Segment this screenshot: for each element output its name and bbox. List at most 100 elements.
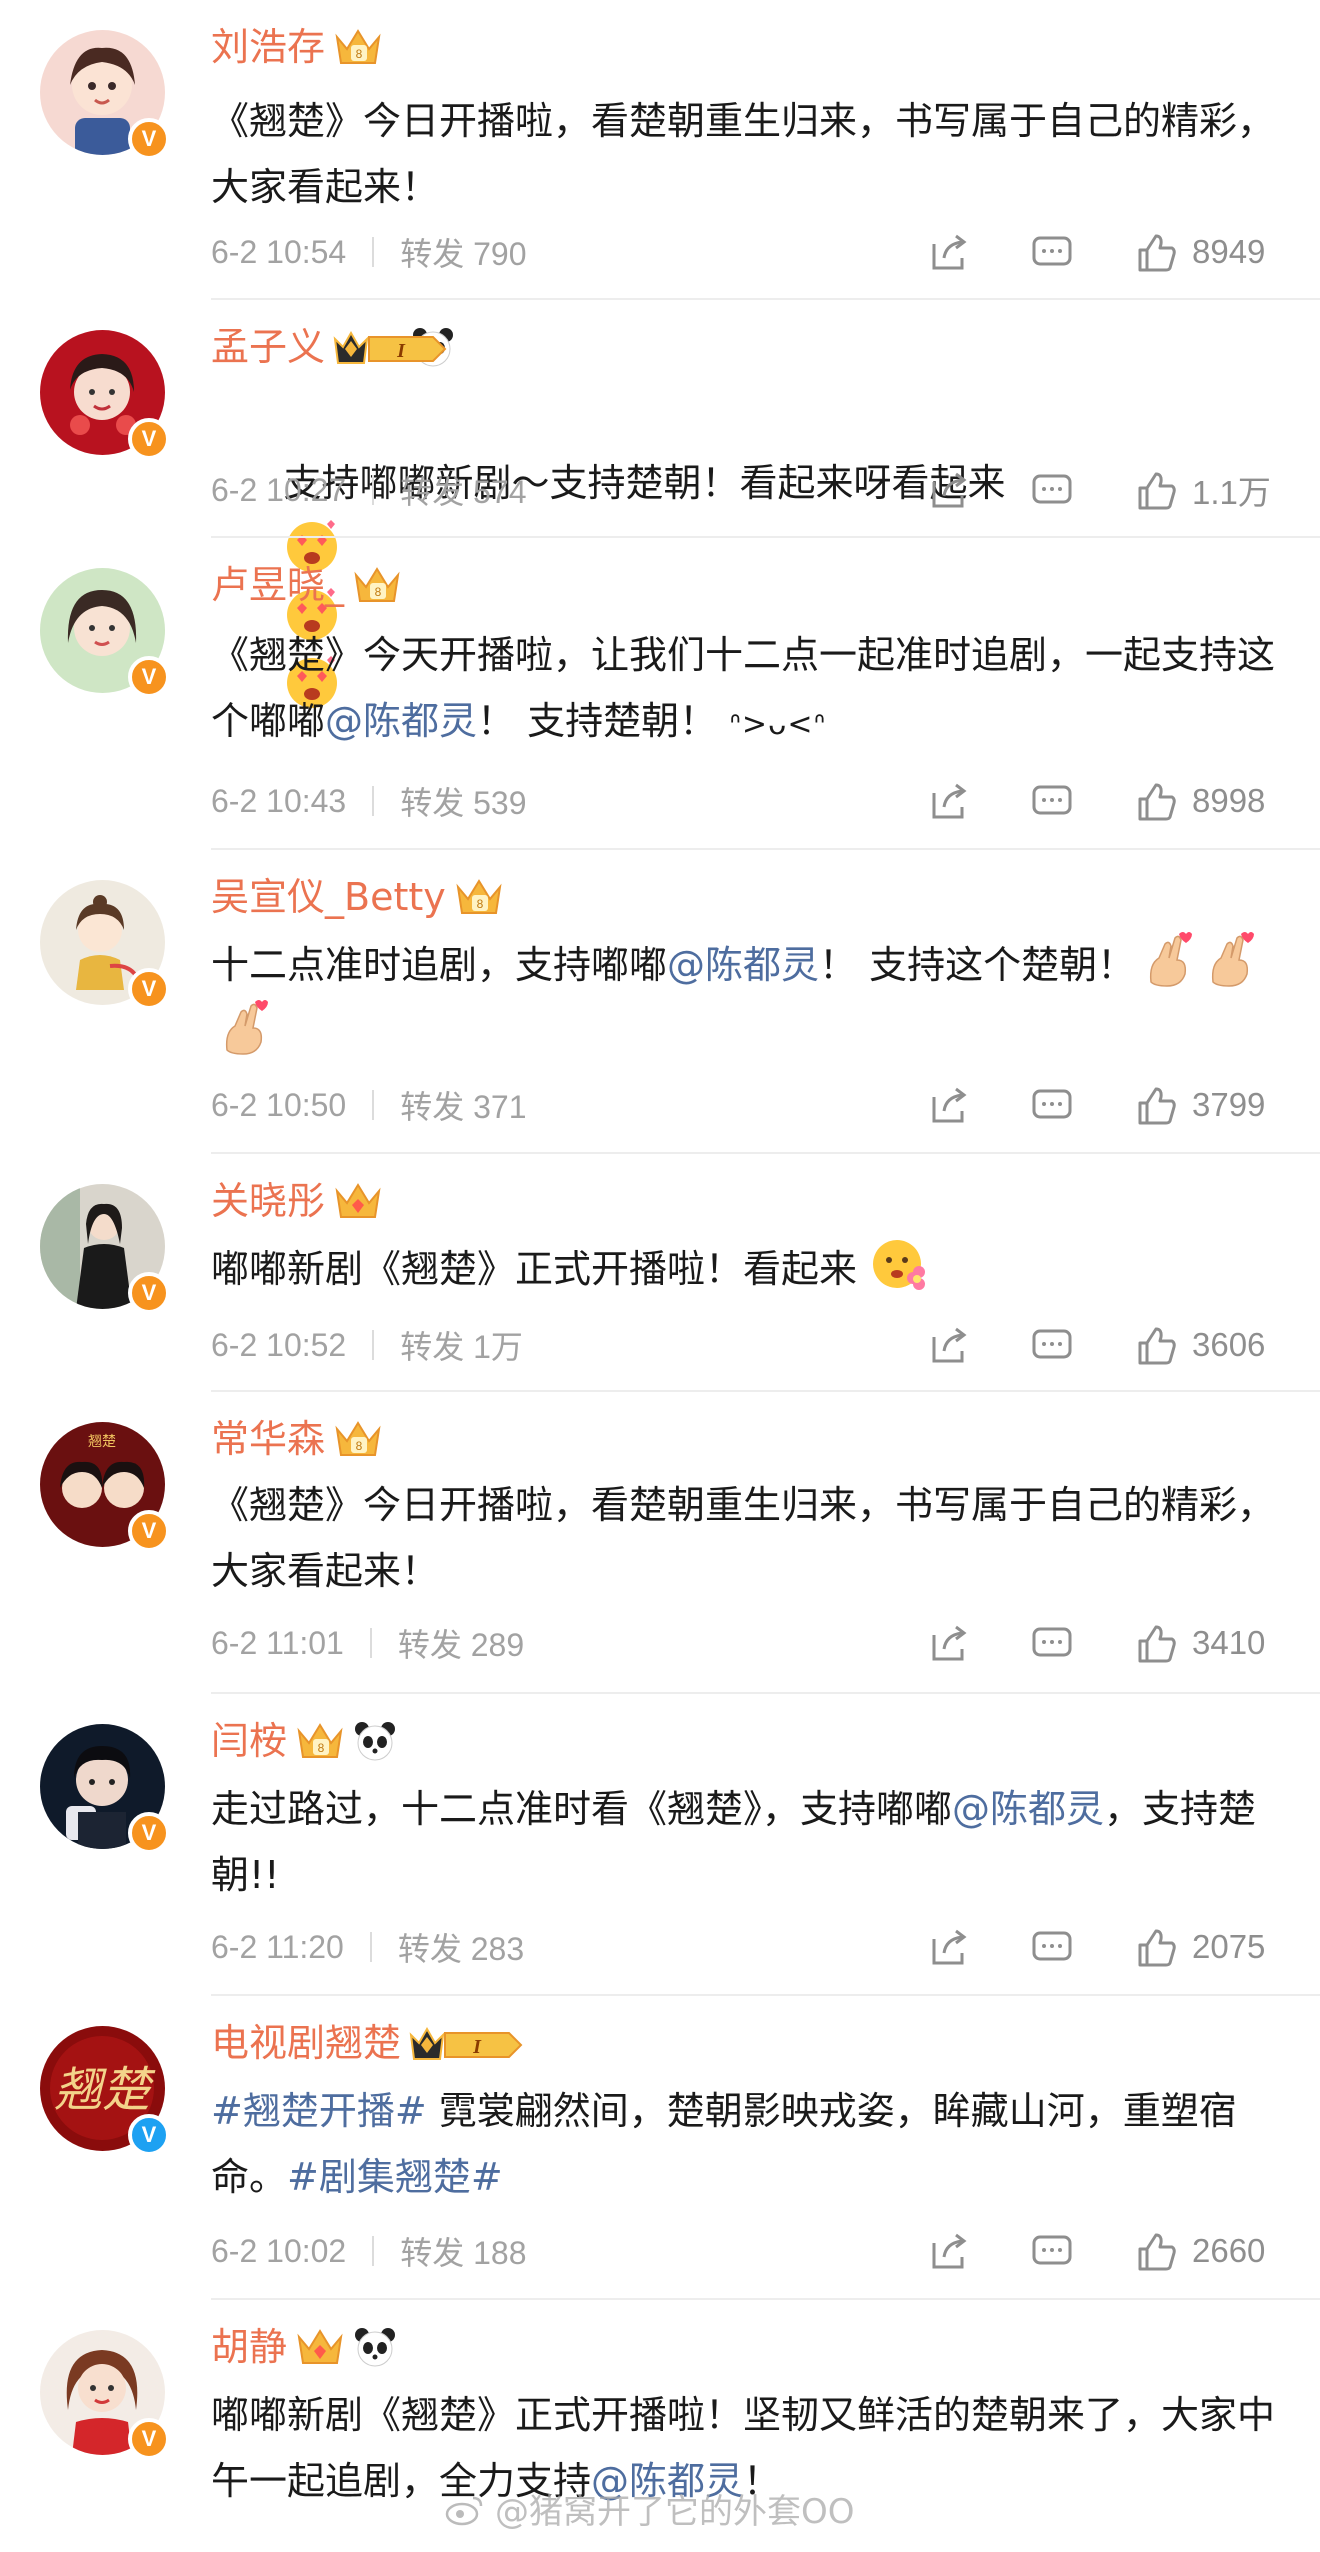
share-icon[interactable] bbox=[928, 1083, 972, 1127]
like-count: 8949 bbox=[1192, 233, 1266, 270]
comment-icon[interactable] bbox=[1030, 2229, 1074, 2273]
weibo-logo-icon bbox=[445, 2496, 483, 2525]
kaomoji: ᐢ>ᴗ<ᐢ bbox=[729, 707, 827, 742]
panda-icon bbox=[355, 1722, 396, 1761]
like-icon[interactable] bbox=[1134, 779, 1178, 823]
level-badge-icon: I bbox=[333, 327, 447, 367]
verified-badge-icon: V bbox=[128, 1812, 170, 1854]
comment-icon[interactable] bbox=[1030, 1083, 1074, 1127]
user-name[interactable]: 胡静 bbox=[211, 2320, 287, 2374]
verified-badge-icon: V bbox=[128, 418, 170, 460]
watermark-text: @猪窝开了它的外套OO bbox=[495, 2492, 855, 2532]
comment-icon[interactable] bbox=[1030, 230, 1074, 274]
post-time: 6-2 10:43 bbox=[211, 782, 347, 819]
repost-button[interactable]: 转发 790 bbox=[400, 229, 526, 275]
post-text: 十二点准时追剧，支持嘟嘟 bbox=[211, 943, 668, 987]
verified-badge-icon: V bbox=[128, 1272, 170, 1314]
post-card: V 孟子义 I 支持嘟嘟新剧～支持楚朝！看起来呀看起来 6-2 10:27 转发… bbox=[0, 300, 1320, 708]
avatar[interactable]: V bbox=[40, 2330, 170, 2460]
repost-button[interactable]: 转发 539 bbox=[400, 778, 526, 824]
like-icon[interactable] bbox=[1134, 468, 1178, 512]
svg-text:I: I bbox=[396, 340, 406, 362]
user-name[interactable]: 关晓彤 bbox=[211, 1174, 325, 1228]
like-icon[interactable] bbox=[1134, 1621, 1178, 1665]
comment-icon[interactable] bbox=[1030, 1621, 1074, 1665]
share-icon[interactable] bbox=[928, 1323, 972, 1367]
repost-button[interactable]: 转发 283 bbox=[398, 1924, 524, 1970]
avatar[interactable]: V bbox=[40, 568, 170, 698]
user-name[interactable]: 电视剧翘楚 bbox=[211, 2016, 401, 2070]
hashtag-link[interactable]: #剧集翘楚# bbox=[287, 2155, 503, 2199]
user-name[interactable]: 吴宣仪_Betty bbox=[211, 870, 446, 924]
divider bbox=[372, 475, 375, 505]
like-count: 1.1万 bbox=[1192, 474, 1271, 511]
like-count: 3799 bbox=[1192, 1086, 1266, 1123]
divider bbox=[369, 1628, 372, 1658]
crown-icon: 8 bbox=[352, 563, 402, 607]
verified-badge-icon: V bbox=[128, 1510, 170, 1552]
repost-button[interactable]: 转发 371 bbox=[400, 1082, 526, 1128]
crown-icon: 8 bbox=[454, 875, 504, 919]
share-icon[interactable] bbox=[928, 230, 972, 274]
share-icon[interactable] bbox=[928, 779, 972, 823]
divider bbox=[372, 2236, 375, 2266]
verified-badge-icon: V bbox=[128, 968, 170, 1010]
post-card: 翘楚 V 电视剧翘楚 I #翘楚开播# 霓裳翩然间，楚朝影映戎姿，眸藏山河，重塑… bbox=[0, 1996, 1320, 2300]
svg-text:8: 8 bbox=[318, 1741, 325, 1755]
comment-icon[interactable] bbox=[1030, 468, 1074, 512]
comment-icon[interactable] bbox=[1030, 1323, 1074, 1367]
finger-heart-emoji-icon bbox=[1150, 932, 1193, 987]
mention-link[interactable]: @陈都灵 bbox=[325, 699, 477, 743]
level-badge-icon: I bbox=[409, 2023, 523, 2063]
post-text: 走过路过，十二点准时看《翘楚》，支持嘟嘟 bbox=[211, 1787, 953, 1831]
user-name[interactable]: 孟子义 bbox=[211, 320, 325, 374]
repost-button[interactable]: 转发 289 bbox=[398, 1620, 524, 1666]
post-time: 6-2 11:01 bbox=[211, 1624, 344, 1661]
divider bbox=[372, 237, 375, 267]
watermark: @猪窝开了它的外套OO bbox=[445, 2484, 855, 2533]
mention-link[interactable]: @陈都灵 bbox=[952, 1787, 1104, 1831]
avatar[interactable]: 翘楚 V bbox=[40, 1422, 170, 1552]
avatar[interactable]: V bbox=[40, 880, 170, 1010]
like-count: 8998 bbox=[1192, 782, 1266, 819]
like-icon[interactable] bbox=[1134, 1083, 1178, 1127]
hashtag-link[interactable]: #翘楚开播# bbox=[211, 2089, 427, 2133]
comment-icon[interactable] bbox=[1030, 1925, 1074, 1969]
like-icon[interactable] bbox=[1134, 1925, 1178, 1969]
repost-button[interactable]: 转发 574 bbox=[400, 467, 526, 513]
repost-button[interactable]: 转发 1万 bbox=[400, 1322, 523, 1368]
post-card: V 关晓彤 嘟嘟新剧《翘楚》正式开播啦！看起来 6-2 10:52 转发 1万 … bbox=[0, 1154, 1320, 1392]
post-time: 6-2 10:54 bbox=[211, 233, 347, 270]
like-icon[interactable] bbox=[1134, 230, 1178, 274]
user-name[interactable]: 闫桉 bbox=[211, 1714, 287, 1768]
avatar[interactable]: V bbox=[40, 1184, 170, 1314]
mention-link[interactable]: @陈都灵 bbox=[667, 943, 819, 987]
share-icon[interactable] bbox=[928, 1925, 972, 1969]
share-icon[interactable] bbox=[928, 2229, 972, 2273]
repost-button[interactable]: 转发 188 bbox=[400, 2228, 526, 2274]
like-icon[interactable] bbox=[1134, 1323, 1178, 1367]
like-icon[interactable] bbox=[1134, 2229, 1178, 2273]
verified-badge-icon: V bbox=[128, 656, 170, 698]
flower-emoji-icon bbox=[873, 1240, 926, 1290]
post-content: 《翘楚》今天开播啦，让我们十二点一起准时追剧，一起支持这个嘟嘟@陈都灵！ 支持楚… bbox=[211, 622, 1291, 758]
finger-heart-emoji-icon bbox=[225, 1000, 268, 1055]
avatar[interactable]: V bbox=[40, 30, 170, 160]
share-icon[interactable] bbox=[928, 1621, 972, 1665]
like-count: 2660 bbox=[1192, 2232, 1266, 2269]
post-content: 《翘楚》今日开播啦，看楚朝重生归来，书写属于自己的精彩，大家看起来！ bbox=[211, 1483, 1276, 1593]
crown-icon: 8 bbox=[333, 1417, 383, 1461]
user-name[interactable]: 卢昱晓_ bbox=[211, 558, 344, 612]
crown-icon: 8 bbox=[295, 1719, 345, 1763]
user-name[interactable]: 刘浩存 bbox=[211, 20, 325, 74]
panda-icon bbox=[355, 2328, 396, 2367]
post-content: 嘟嘟新剧《翘楚》正式开播啦！看起来 bbox=[211, 1234, 1291, 1302]
like-count: 3410 bbox=[1192, 1624, 1266, 1661]
avatar[interactable]: V bbox=[40, 1724, 170, 1854]
share-icon[interactable] bbox=[928, 468, 972, 512]
avatar[interactable]: V bbox=[40, 330, 170, 460]
user-name[interactable]: 常华森 bbox=[211, 1412, 325, 1466]
avatar[interactable]: 翘楚 V bbox=[40, 2026, 170, 2156]
comment-icon[interactable] bbox=[1030, 779, 1074, 823]
post-text: ！ 支持这个楚朝！ bbox=[819, 943, 1136, 987]
